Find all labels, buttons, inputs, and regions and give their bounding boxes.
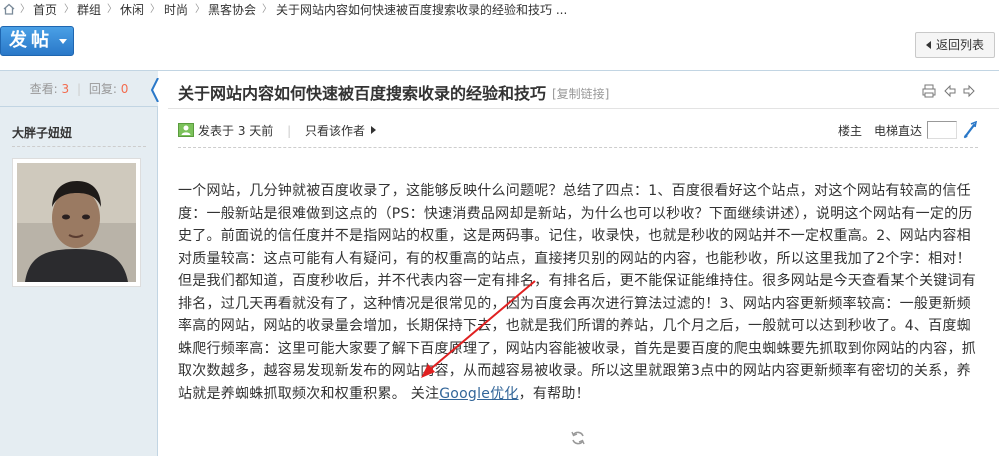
next-thread-icon[interactable] xyxy=(962,84,976,98)
floor-label: 楼主 xyxy=(838,124,863,138)
go-icon[interactable] xyxy=(962,121,978,139)
back-arrow-icon xyxy=(926,41,931,49)
only-author-link[interactable]: 只看该作者 xyxy=(305,124,365,138)
replies-label: 回复: xyxy=(88,82,117,96)
post-body-text: 一个网站，几分钟就被百度收录了，这能够反映什么问题呢？总结了四点：1、百度很看好… xyxy=(178,183,976,402)
back-to-list-button[interactable]: 返回列表 xyxy=(915,32,995,58)
caret-right-icon xyxy=(371,126,377,134)
post-body: 一个网站，几分钟就被百度收录了，这能够反映什么问题呢？总结了四点：1、百度很看好… xyxy=(178,180,978,405)
online-status-icon xyxy=(178,123,194,137)
breadcrumb-fashion[interactable]: 时尚 xyxy=(164,0,188,20)
chevron-down-icon xyxy=(59,39,67,44)
breadcrumb-separator: 〉 xyxy=(107,4,117,15)
thread-title: 关于网站内容如何快速被百度搜索收录的经验和技巧 xyxy=(178,84,547,103)
avatar[interactable] xyxy=(12,158,141,287)
breadcrumb-current-thread[interactable]: 关于网站内容如何快速被百度搜索收录的经验和技巧 ... xyxy=(276,0,567,20)
meta-divider-line xyxy=(178,147,978,148)
meta-divider: | xyxy=(287,124,292,138)
copy-link-button[interactable]: [复制链接] xyxy=(552,85,609,102)
home-icon[interactable] xyxy=(3,3,15,15)
print-icon[interactable] xyxy=(922,84,936,98)
breadcrumb-home[interactable]: 首页 xyxy=(33,0,57,20)
breadcrumb-separator: 〉 xyxy=(20,4,30,15)
replies-count: 0 xyxy=(120,82,129,96)
breadcrumb-separator: 〉 xyxy=(64,4,74,15)
sidebar-notch xyxy=(151,78,163,102)
post-button-label: 发帖 xyxy=(9,30,53,51)
jump-label: 电梯直达 xyxy=(874,124,923,138)
breadcrumb-separator: 〉 xyxy=(195,4,205,15)
breadcrumb-separator: 〉 xyxy=(150,4,160,15)
refresh-icon[interactable] xyxy=(570,430,586,446)
avatar-photo xyxy=(17,163,136,282)
author-divider xyxy=(12,146,146,147)
views-label: 查看: xyxy=(29,82,58,96)
post-body-tail: ，有帮助！ xyxy=(518,385,590,402)
breadcrumb-leisure[interactable]: 休闲 xyxy=(120,0,144,20)
post-button[interactable]: 发帖 xyxy=(0,26,74,56)
breadcrumb-separator: 〉 xyxy=(262,4,272,15)
post-meta: 发表于 3 天前 | 只看该作者 xyxy=(178,122,377,140)
back-to-list-label: 返回列表 xyxy=(936,38,985,52)
breadcrumb-groups[interactable]: 群组 xyxy=(77,0,101,20)
breadcrumb-hacker-group[interactable]: 黑客协会 xyxy=(208,0,256,20)
thread-stats: 查看: 3 | 回复: 0 xyxy=(0,71,158,107)
posted-prefix: 发表于 xyxy=(198,124,235,138)
google-seo-link[interactable]: Google优化 xyxy=(439,386,518,402)
floor-jump-input[interactable] xyxy=(927,121,957,139)
stats-divider: | xyxy=(76,82,82,96)
prev-thread-icon[interactable] xyxy=(943,84,957,98)
views-count: 3 xyxy=(61,82,70,96)
breadcrumb: 〉 首页 〉 群组 〉 休闲 〉 时尚 〉 黑客协会 〉 关于网站内容如何快速被… xyxy=(0,0,999,20)
posted-time: 3 天前 xyxy=(237,124,274,138)
title-divider xyxy=(168,108,999,109)
author-name[interactable]: 大胖子妞妞 xyxy=(12,124,72,141)
